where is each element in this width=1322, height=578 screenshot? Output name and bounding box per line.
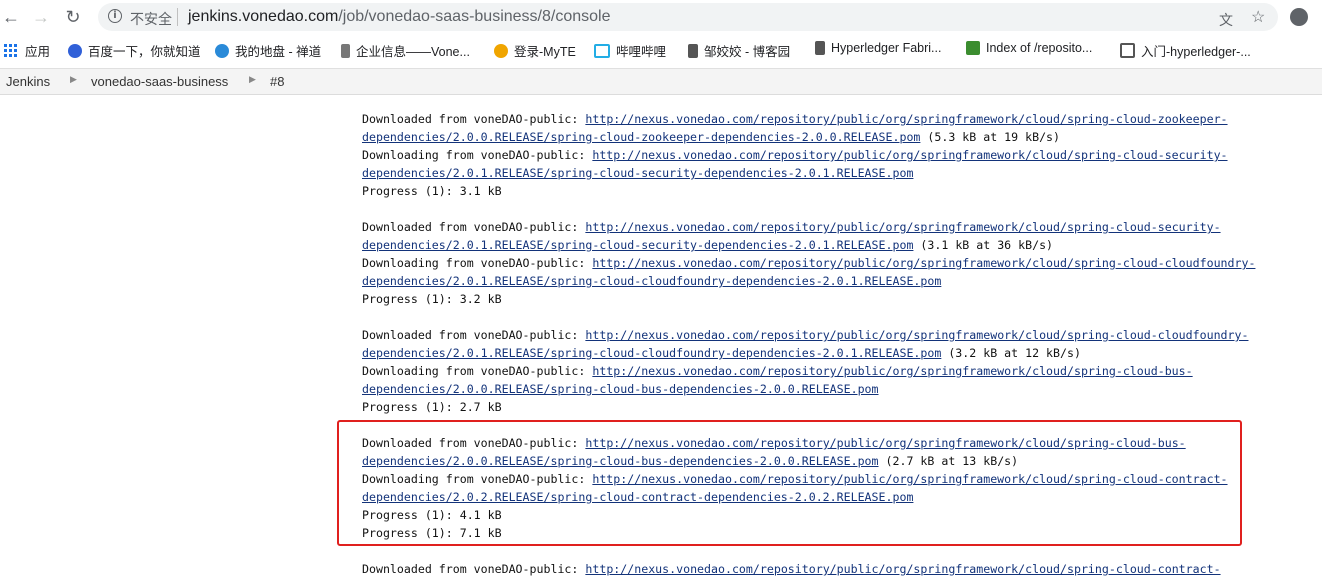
- highlight-box: [337, 420, 1242, 546]
- console-line: Downloaded from voneDAO-public: http://n…: [362, 560, 1302, 578]
- bookmark-hyperledger-intro[interactable]: 入门-hyperledger-...: [1120, 41, 1251, 60]
- book-icon: [1120, 43, 1135, 58]
- artifact-link[interactable]: dependencies/2.0.0.RELEASE/spring-cloud-…: [362, 130, 920, 144]
- bookmark-hyperledger[interactable]: Hyperledger Fabri...: [815, 41, 941, 55]
- bookmark-label: 我的地盘 - 禅道: [235, 45, 322, 59]
- bookmark-bilibili[interactable]: 哔哩哔哩: [594, 41, 666, 60]
- breadcrumb-jenkins[interactable]: Jenkins: [6, 74, 50, 89]
- bookmark-label: 登录-MyTE: [514, 45, 576, 59]
- artifact-link[interactable]: dependencies/2.0.1.RELEASE/spring-cloud-…: [362, 274, 941, 288]
- browser-chrome: ← → ↻ i 不安全 jenkins.vonedao.com/job/vone…: [0, 0, 1322, 68]
- back-arrow-icon[interactable]: ←: [0, 6, 22, 28]
- bookmark-label: 哔哩哔哩: [616, 45, 667, 59]
- bookmarks-bar: 应用 百度一下，你就知道 我的地盘 - 禅道 企业信息——Vone... 登录-…: [0, 38, 1322, 62]
- console-line: dependencies/2.0.1.RELEASE/spring-cloud-…: [362, 344, 1302, 362]
- console-text: Progress (1): 3.1 kB: [362, 184, 502, 198]
- console-line: Downloaded from voneDAO-public: http://n…: [362, 326, 1302, 344]
- console-text: Progress (1): 2.7 kB: [362, 400, 502, 414]
- console-text: Downloading from voneDAO-public:: [362, 364, 593, 378]
- bookmark-nexus-index[interactable]: Index of /reposito...: [966, 41, 1092, 55]
- blog-icon: [688, 43, 698, 58]
- apps-grid-icon: [4, 44, 17, 57]
- zentao-icon: [215, 43, 229, 58]
- console-line: dependencies/2.0.0.RELEASE/spring-cloud-…: [362, 128, 1302, 146]
- baidu-paw-icon: [68, 43, 82, 58]
- artifact-link[interactable]: http://nexus.vonedao.com/repository/publ…: [585, 328, 1248, 342]
- console-line: Progress (1): 3.2 kB: [362, 290, 1302, 308]
- console-line: Progress (1): 2.7 kB: [362, 398, 1302, 416]
- console-line: Downloaded from voneDAO-public: http://n…: [362, 218, 1302, 236]
- bookmark-label: 应用: [25, 45, 51, 59]
- artifact-link[interactable]: dependencies/2.0.1.RELEASE/spring-cloud-…: [362, 346, 941, 360]
- console-line: dependencies/2.0.1.RELEASE/spring-cloud-…: [362, 236, 1302, 254]
- console-line: dependencies/2.0.0.RELEASE/spring-cloud-…: [362, 380, 1302, 398]
- address-bar[interactable]: i 不安全 jenkins.vonedao.com/job/vonedao-sa…: [98, 3, 1278, 31]
- console-text: (3.2 kB at 12 kB/s): [941, 346, 1081, 360]
- account-icon[interactable]: [1290, 8, 1308, 26]
- console-text: Downloading from voneDAO-public:: [362, 148, 593, 162]
- bookmark-label: 百度一下，你就知道: [88, 45, 201, 59]
- console-line: dependencies/2.0.1.RELEASE/spring-cloud-…: [362, 272, 1302, 290]
- console-text: (5.3 kB at 19 kB/s): [920, 130, 1061, 144]
- security-label[interactable]: 不安全: [130, 9, 172, 29]
- console-text: Downloaded from voneDAO-public:: [362, 220, 586, 234]
- bookmark-cnblogs[interactable]: 邹姣姣 - 博客园: [688, 41, 790, 60]
- artifact-link[interactable]: http://nexus.vonedao.com/repository/publ…: [585, 220, 1220, 234]
- console-line: Downloading from voneDAO-public: http://…: [362, 146, 1302, 164]
- url-text[interactable]: jenkins.vonedao.com/job/vonedao-saas-bus…: [188, 8, 610, 26]
- breadcrumb-arrow-icon: ▶: [70, 74, 77, 84]
- console-line: Downloaded from voneDAO-public: http://n…: [362, 110, 1302, 128]
- person-icon: [341, 43, 350, 58]
- bookmark-label: Index of /reposito...: [986, 41, 1093, 55]
- info-icon[interactable]: i: [108, 9, 122, 23]
- console-text: Progress (1): 3.2 kB: [362, 292, 502, 306]
- url-path: /job/vonedao-saas-business/8/console: [338, 8, 611, 25]
- bilibili-tv-icon: [594, 43, 610, 58]
- console-line: Downloading from voneDAO-public: http://…: [362, 254, 1302, 272]
- artifact-link[interactable]: dependencies/2.0.1.RELEASE/spring-cloud-…: [362, 238, 913, 252]
- console-text: Downloading from voneDAO-public:: [362, 256, 593, 270]
- bookmark-myte[interactable]: 登录-MyTE: [494, 41, 576, 60]
- artifact-link[interactable]: http://nexus.vonedao.com/repository/publ…: [592, 364, 1192, 378]
- forward-arrow-icon[interactable]: →: [30, 6, 52, 28]
- breadcrumb-job[interactable]: vonedao-saas-business: [91, 74, 228, 89]
- breadcrumb: Jenkins ▶ vonedao-saas-business ▶ #8: [0, 68, 1322, 95]
- translate-icon[interactable]: 文: [1219, 10, 1233, 30]
- reload-icon[interactable]: ↻: [62, 6, 84, 28]
- artifact-link[interactable]: http://nexus.vonedao.com/repository/publ…: [592, 256, 1255, 270]
- console-line: dependencies/2.0.1.RELEASE/spring-cloud-…: [362, 164, 1302, 182]
- bookmark-star-icon[interactable]: ☆: [1251, 7, 1265, 27]
- console-text: Downloaded from voneDAO-public:: [362, 112, 586, 126]
- bookmark-label: 入门-hyperledger-...: [1141, 45, 1251, 59]
- bookmark-label: 邹姣姣 - 博客园: [704, 45, 791, 59]
- console-text: (3.1 kB at 36 kB/s): [913, 238, 1054, 252]
- bookmark-apps[interactable]: 应用: [4, 41, 50, 60]
- myte-icon: [494, 43, 508, 58]
- console-line: Progress (1): 3.1 kB: [362, 182, 1302, 200]
- breadcrumb-arrow-icon: ▶: [249, 74, 256, 84]
- url-divider: [177, 8, 178, 26]
- bookmark-zentao[interactable]: 我的地盘 - 禅道: [215, 41, 321, 60]
- bookmark-baidu[interactable]: 百度一下，你就知道: [68, 41, 201, 60]
- nexus-n-icon: [966, 41, 980, 55]
- artifact-link[interactable]: dependencies/2.0.0.RELEASE/spring-cloud-…: [362, 382, 879, 396]
- bookmark-company-info[interactable]: 企业信息——Vone...: [341, 41, 470, 60]
- console-line: Downloading from voneDAO-public: http://…: [362, 362, 1302, 380]
- hyperledger-icon: [815, 41, 825, 55]
- breadcrumb-build[interactable]: #8: [270, 74, 284, 89]
- url-host: jenkins.vonedao.com: [188, 8, 339, 25]
- console-text: Downloaded from voneDAO-public:: [362, 328, 586, 342]
- artifact-link[interactable]: http://nexus.vonedao.com/repository/publ…: [592, 148, 1227, 162]
- artifact-link[interactable]: dependencies/2.0.1.RELEASE/spring-cloud-…: [362, 166, 913, 180]
- bookmark-label: Hyperledger Fabri...: [831, 41, 942, 55]
- artifact-link[interactable]: http://nexus.vonedao.com/repository/publ…: [585, 112, 1227, 126]
- bookmark-label: 企业信息——Vone...: [356, 45, 470, 59]
